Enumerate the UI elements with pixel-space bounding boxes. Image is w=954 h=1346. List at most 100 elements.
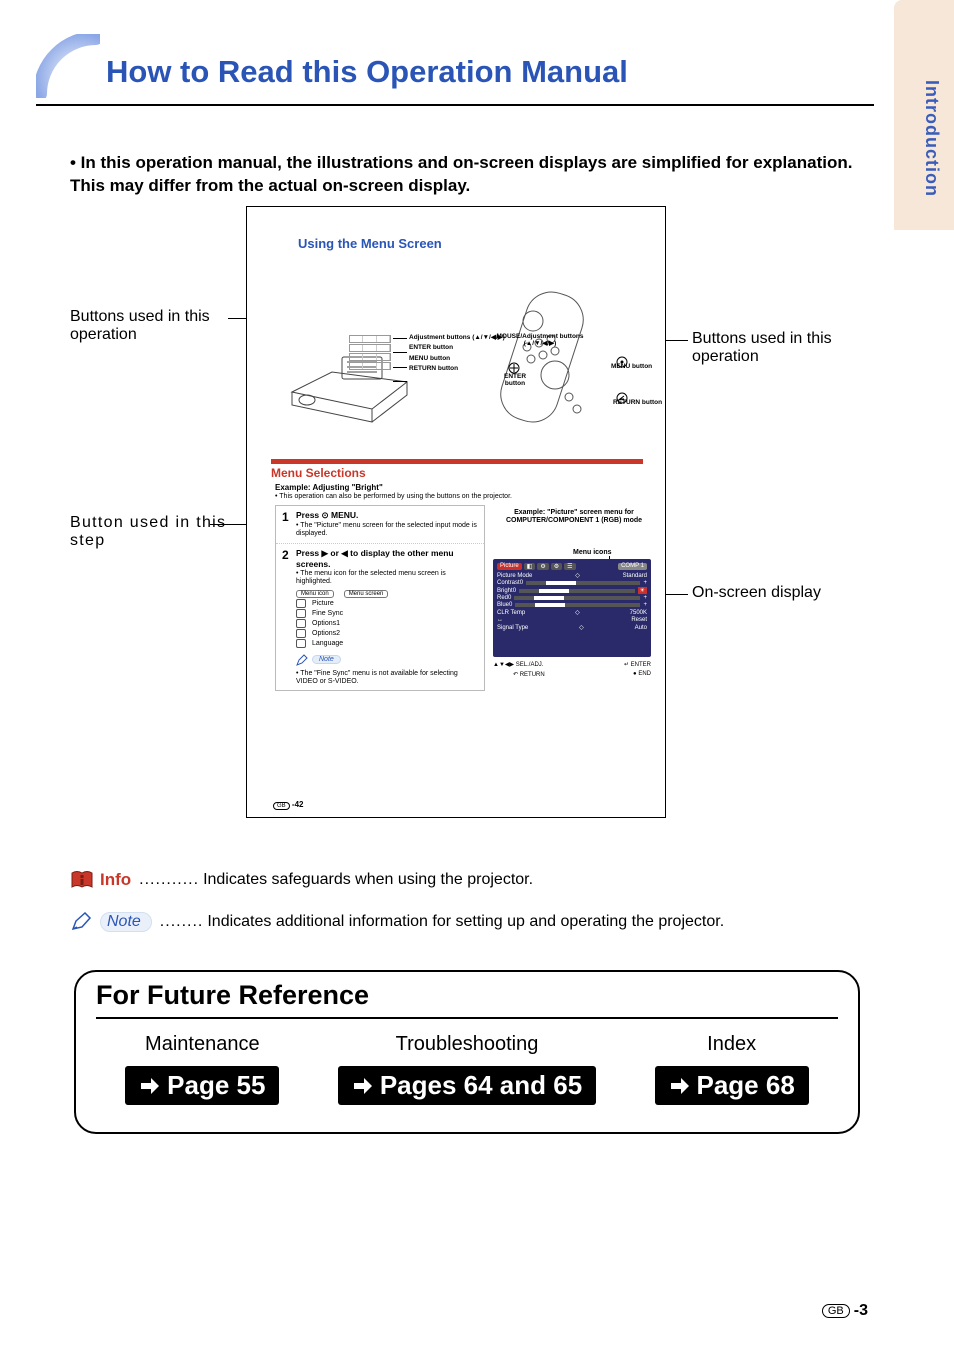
osd-footer-2: ↶ RETURN ● END <box>513 671 651 678</box>
arrow-right-icon <box>352 1076 374 1096</box>
step-2-number: 2 <box>282 548 296 687</box>
table-cell: Options2 <box>312 630 340 637</box>
sample-page-number: GB -42 <box>273 800 303 809</box>
step-note-pill: Note <box>296 654 341 666</box>
legend-info-row: Info ........... Indicates safeguards wh… <box>70 870 864 890</box>
step-1-number: 1 <box>282 510 296 539</box>
step-2-lead: Press ▶ or ◀ to display the other menu s… <box>296 548 478 569</box>
future-col-maintenance: Maintenance Page 55 <box>125 1033 279 1105</box>
future-link-label: Page 55 <box>167 1070 265 1101</box>
steps-column: 1 Press ⊙ MENU. • The "Picture" menu scr… <box>275 505 485 691</box>
future-col-troubleshooting: Troubleshooting Pages 64 and 65 <box>338 1033 596 1105</box>
step-note-tag: Note <box>312 655 341 664</box>
osd-row-val: Auto <box>635 625 647 631</box>
legend-note-tag: Note <box>100 912 152 932</box>
return-button-icon <box>615 391 629 405</box>
future-link-maintenance[interactable]: Page 55 <box>125 1066 279 1105</box>
legend-note-row: Note ........ Indicates additional infor… <box>70 912 864 932</box>
future-link-troubleshooting[interactable]: Pages 64 and 65 <box>338 1066 596 1105</box>
osd-foot-enter: ↵ ENTER <box>624 661 651 668</box>
projector-button-panel <box>349 335 391 381</box>
pen-icon <box>296 654 308 666</box>
table-row: Options2 <box>296 629 478 638</box>
osd-row-val: 0 <box>513 588 516 594</box>
step-note-body: • The "Fine Sync" menu is not available … <box>296 670 478 687</box>
arrow-right-icon <box>139 1076 161 1096</box>
leader-line <box>393 338 407 339</box>
future-link-label: Page 68 <box>697 1070 795 1101</box>
sample-page-title: Using the Menu Screen <box>298 236 442 251</box>
osd-row-key: Contrast <box>497 580 520 586</box>
enter-button-icon <box>507 361 521 375</box>
legend: Info ........... Indicates safeguards wh… <box>70 870 864 954</box>
table-row: Picture <box>296 599 478 608</box>
future-sub: Troubleshooting <box>338 1033 596 1056</box>
osd-footer: ▲▼◀▶ SEL./ADJ. ↵ ENTER <box>493 661 651 668</box>
gb-badge: GB <box>822 1304 850 1318</box>
table-cell: Fine Sync <box>312 610 343 617</box>
step-2-sub: • The menu icon for the selected menu sc… <box>296 570 478 587</box>
menu-row-icon <box>296 619 306 628</box>
step-2: 2 Press ▶ or ◀ to display the other menu… <box>276 543 484 691</box>
side-tab: Introduction <box>894 0 954 1346</box>
osd-foot-end: ● END <box>633 671 651 678</box>
menu-row-icon <box>296 639 306 648</box>
osd-row-val: Standard <box>623 573 647 579</box>
label-remote-enter: ENTER button <box>495 373 535 387</box>
dots: ........... <box>139 871 199 889</box>
page-heading: How to Read this Operation Manual <box>36 34 874 106</box>
heading-title: How to Read this Operation Manual <box>106 54 874 90</box>
menu-icons-label: Menu icons <box>573 549 612 556</box>
table-row: Options1 <box>296 619 478 628</box>
future-reference-box: For Future Reference Maintenance Page 55… <box>74 970 860 1134</box>
table-row: Language <box>296 639 478 648</box>
leader-line <box>393 352 407 353</box>
menu-row-icon <box>296 609 306 618</box>
osd-row-val: 0 <box>509 602 512 608</box>
info-book-icon <box>70 870 94 890</box>
osd-tab-icon: ⚙ <box>551 563 562 570</box>
example-line: Example: Adjusting "Bright" <box>275 483 383 492</box>
callout-osd: On-screen display <box>692 584 882 602</box>
osd-row-key: Signal Type <box>497 625 528 631</box>
legend-info-text: Indicates safeguards when using the proj… <box>203 871 533 889</box>
osd-screen: Picture ◧ ⚙ ⚙ ☰ COMP 1 Picture Mode◇Stan… <box>493 559 651 657</box>
sample-page: Adjustment buttons (▲/▼/◀/▶) ENTER butto… <box>246 206 666 818</box>
osd-row-key: Reset <box>631 617 647 623</box>
callout-buttons-used-left: Buttons used in this operation <box>70 308 250 344</box>
legend-info-tag: Info <box>100 870 131 890</box>
osd-row-key: Red <box>497 595 508 601</box>
arrow-right-icon <box>669 1076 691 1096</box>
osd-row-val: 7500K <box>630 610 647 616</box>
osd-row-val: 0 <box>520 580 523 586</box>
future-sub: Index <box>655 1033 809 1056</box>
osd-row-key: CLR Temp <box>497 610 525 616</box>
side-tab-label: Introduction <box>921 80 942 197</box>
osd-row-key: Picture Mode <box>497 573 532 579</box>
example-right: Example: "Picture" screen menu for COMPU… <box>495 509 653 525</box>
step-1-lead: Press ⊙ MENU. <box>296 510 478 521</box>
step-1: 1 Press ⊙ MENU. • The "Picture" menu scr… <box>276 506 484 543</box>
callout-button-step: Button used in this step <box>70 514 250 550</box>
table-cell: Language <box>312 640 343 647</box>
legend-note-text: Indicates additional information for set… <box>207 913 724 931</box>
future-sub: Maintenance <box>125 1033 279 1056</box>
callout-buttons-used-right: Buttons used in this operation <box>692 330 882 366</box>
leader-line <box>393 381 407 382</box>
future-link-label: Pages 64 and 65 <box>380 1070 582 1101</box>
future-link-index[interactable]: Page 68 <box>655 1066 809 1105</box>
note-pen-icon <box>70 912 94 932</box>
page-number: GB -3 <box>822 1302 868 1320</box>
future-col-index: Index Page 68 <box>655 1033 809 1105</box>
osd-tab-picture: Picture <box>497 563 522 570</box>
example-sub: • This operation can also be performed b… <box>275 493 512 500</box>
osd-row-val: 0 <box>508 595 511 601</box>
menu-button-icon <box>615 355 629 369</box>
osd-foot-sel: ▲▼◀▶ SEL./ADJ. <box>493 661 543 668</box>
osd-tab-icon: ⚙ <box>537 563 548 570</box>
table-header-screen: Menu screen <box>344 590 389 598</box>
osd-row-key: Blue <box>497 602 509 608</box>
menu-icon-table: Menu icon Menu screen Picture Fine Sync … <box>296 590 478 648</box>
osd-row-key: Bright <box>497 588 513 594</box>
intro-bullet: • In this operation manual, the illustra… <box>70 152 864 198</box>
